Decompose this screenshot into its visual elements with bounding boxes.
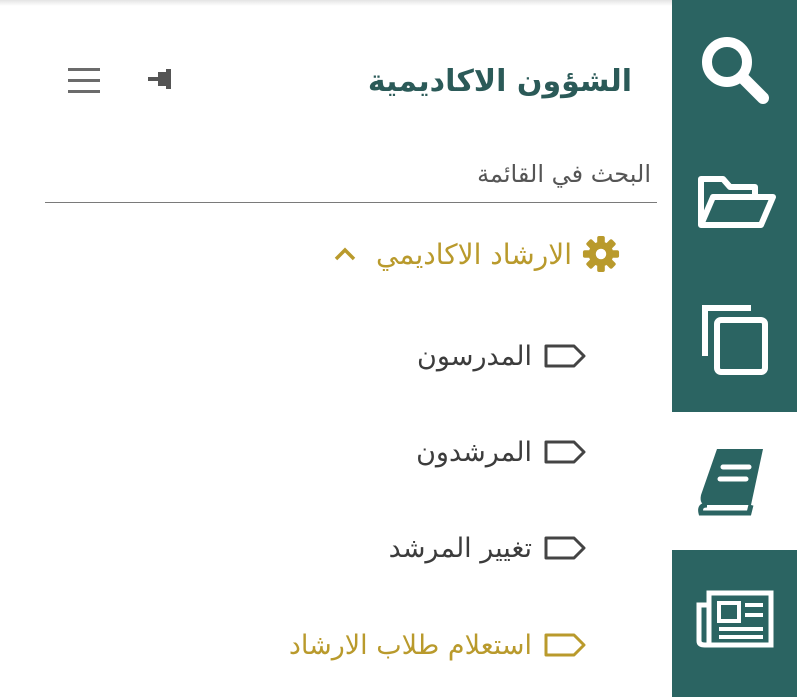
chevron-up-icon xyxy=(334,247,356,261)
search-icon xyxy=(701,37,769,104)
tag-outline-icon xyxy=(544,344,586,368)
menu-item-label: تغيير المرشد xyxy=(388,532,532,564)
hamburger-bar xyxy=(68,79,100,82)
menu-item-label: المرشدون xyxy=(416,436,532,468)
menu-item-change-advisor[interactable]: تغيير المرشد xyxy=(389,523,586,573)
icon-rail xyxy=(672,0,797,697)
menu-item-label: استعلام طلاب الارشاد xyxy=(288,629,532,661)
pin-button[interactable] xyxy=(148,66,178,92)
menu-group-academic-advising[interactable]: الارشاد الاكاديمي xyxy=(334,226,620,282)
pin-icon xyxy=(148,69,171,89)
gear-icon xyxy=(582,235,620,273)
hamburger-bar xyxy=(68,90,100,93)
menu-item-advising-students-inquiry[interactable]: استعلام طلاب الارشاد xyxy=(289,620,586,670)
folder-open-icon xyxy=(697,176,776,228)
rail-search-button[interactable] xyxy=(672,10,797,130)
menu-item-label: المدرسون xyxy=(417,340,532,372)
hamburger-bar xyxy=(68,68,100,71)
book-icon xyxy=(697,449,763,516)
page-title: الشؤون الاكاديمية xyxy=(367,64,632,99)
newspaper-icon xyxy=(696,590,773,648)
menu-panel: الشؤون الاكاديمية الارشاد الاكاديمي المد… xyxy=(0,0,672,697)
tag-outline-icon xyxy=(544,633,586,657)
menu-search-input[interactable] xyxy=(45,145,657,203)
rail-book-button[interactable] xyxy=(672,412,797,550)
rail-copy-button[interactable] xyxy=(672,280,797,400)
copy-icon xyxy=(701,305,768,375)
tag-outline-icon xyxy=(544,440,586,464)
rail-news-button[interactable] xyxy=(672,555,797,685)
menu-group-label: الارشاد الاكاديمي xyxy=(375,237,572,271)
rail-folder-button[interactable] xyxy=(672,142,797,262)
hamburger-menu-button[interactable] xyxy=(68,68,100,94)
menu-item-advisors[interactable]: المرشدون xyxy=(416,427,586,477)
tag-outline-icon xyxy=(544,536,586,560)
menu-item-instructors[interactable]: المدرسون xyxy=(417,331,586,381)
